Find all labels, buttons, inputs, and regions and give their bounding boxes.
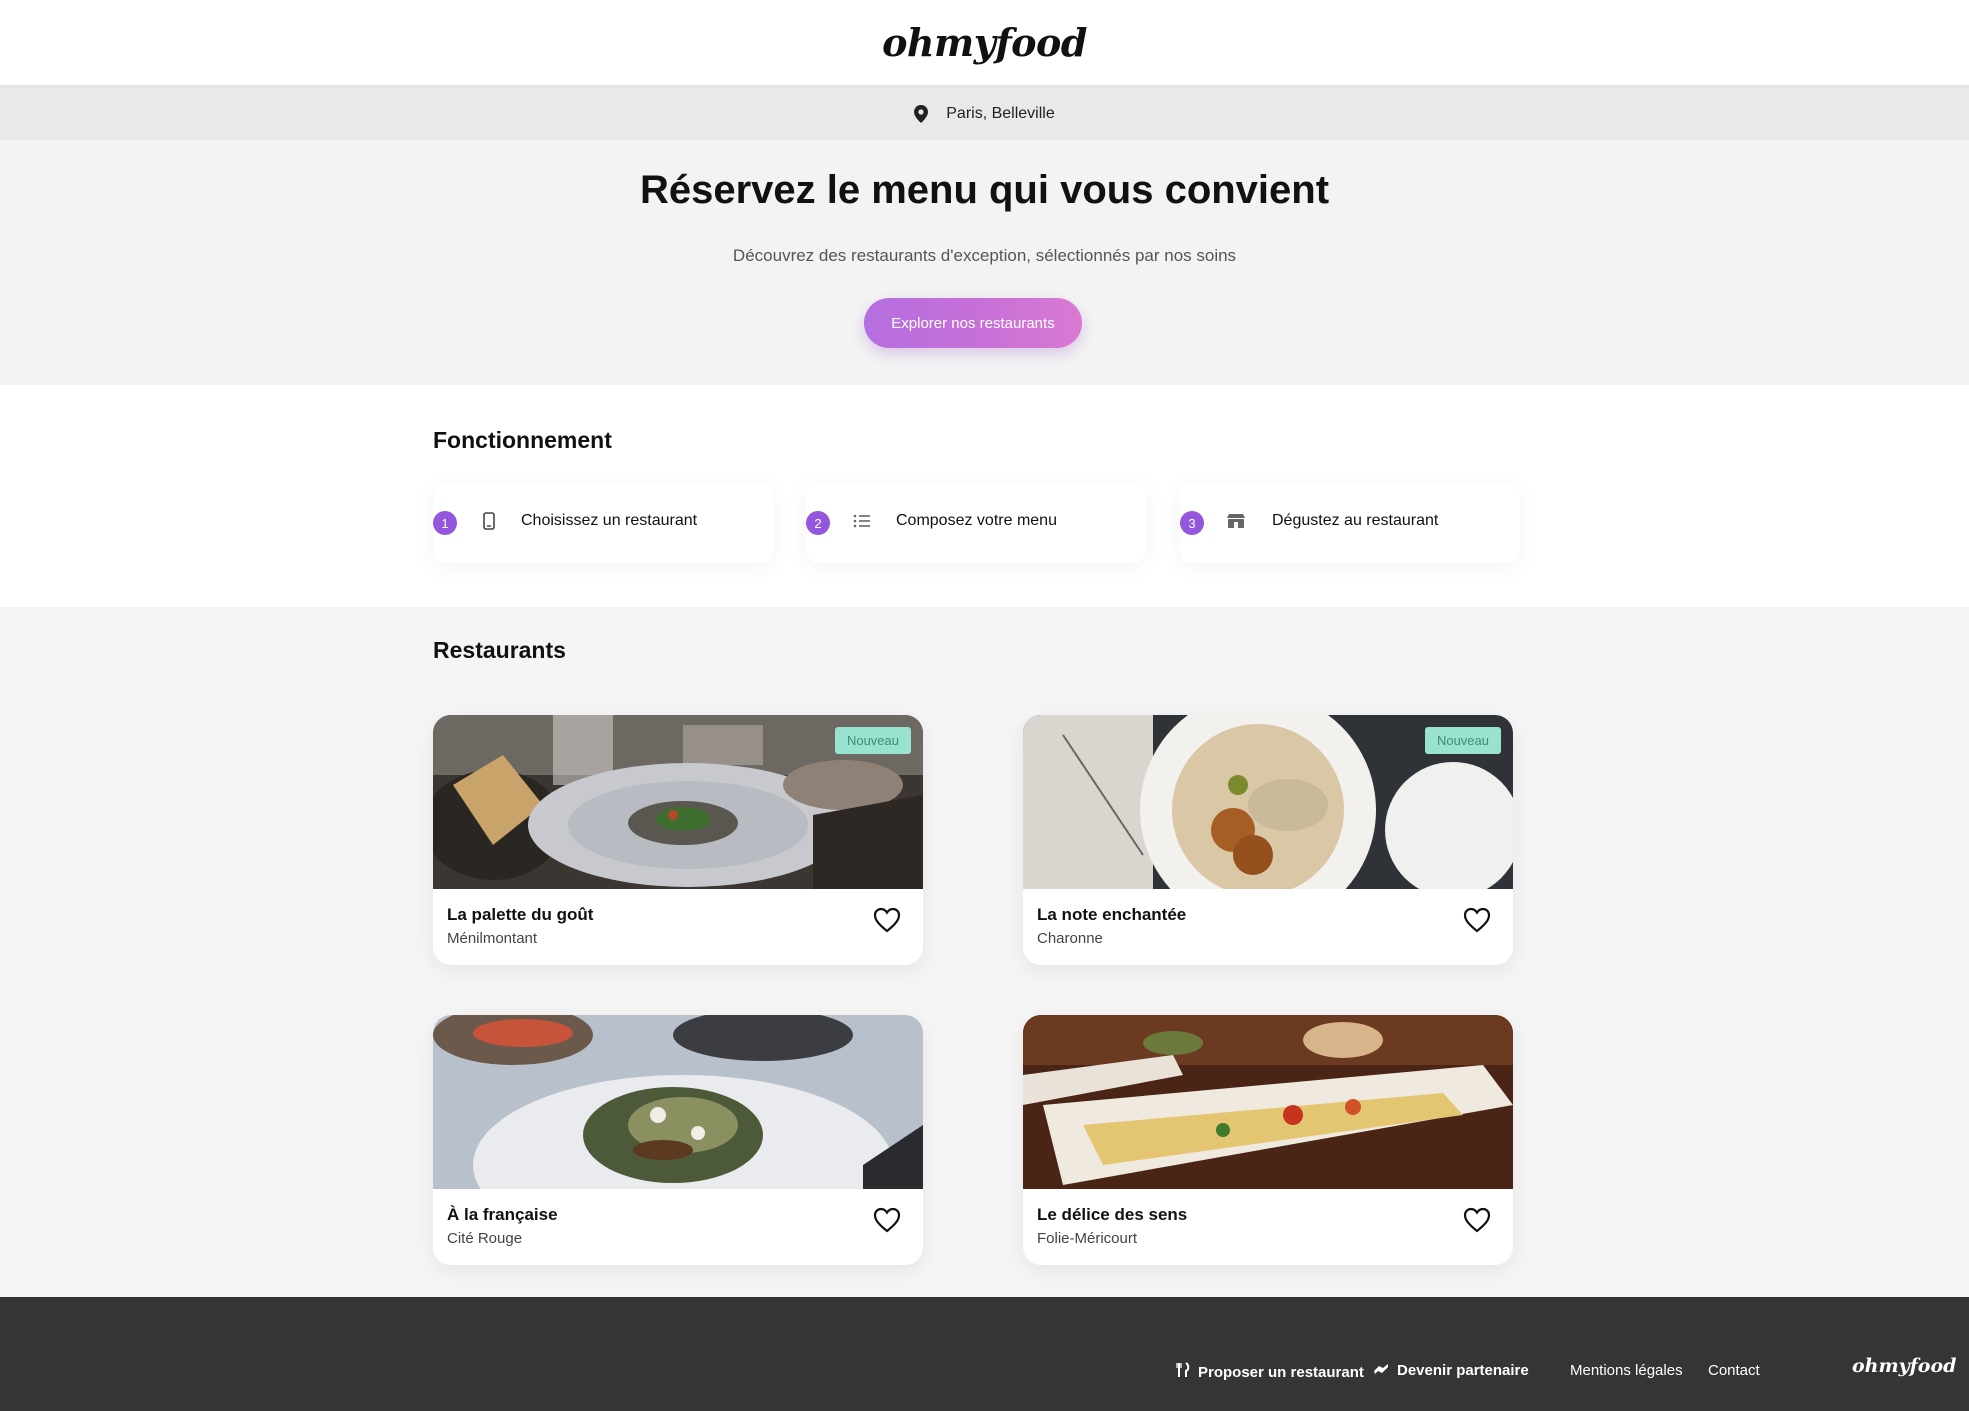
restaurant-name: Le délice des sens xyxy=(1037,1205,1188,1224)
site-header: ohmyfood xyxy=(0,0,1969,88)
location-bar: Paris, Belleville xyxy=(0,88,1969,140)
restaurant-card-4[interactable]: Le délice des sens Folie-Méricourt xyxy=(1023,1015,1513,1265)
hero-subtitle: Découvrez des restaurants d'exception, s… xyxy=(732,246,1237,265)
step-number-3: 3 xyxy=(1180,511,1204,535)
step-card-3: 3 Dégustez au restaurant xyxy=(1180,483,1520,563)
heart-icon[interactable] xyxy=(873,907,901,933)
site-footer: Proposer un restaurant Devenir partenair… xyxy=(0,1297,1969,1411)
section-title-how: Fonctionnement xyxy=(433,427,612,453)
restaurant-area: Cité Rouge xyxy=(447,1230,523,1247)
restaurant-photo-4 xyxy=(1023,1015,1513,1189)
restaurant-name: La palette du goût xyxy=(447,905,594,924)
propose-restaurant-label: Proposer un restaurant xyxy=(1198,1363,1364,1381)
restaurant-name: À la française xyxy=(447,1205,558,1224)
section-title-restaurants: Restaurants xyxy=(433,637,566,663)
step-card-2: 2 Composez votre menu xyxy=(806,483,1146,563)
heart-icon[interactable] xyxy=(873,1207,901,1233)
restaurant-photo-3 xyxy=(433,1015,923,1189)
step-number-2: 2 xyxy=(806,511,830,535)
restaurant-area: Charonne xyxy=(1037,930,1103,947)
store-icon xyxy=(1226,511,1246,531)
restaurant-card-3[interactable]: À la française Cité Rouge xyxy=(433,1015,923,1265)
step-card-1: 1 Choisissez un restaurant xyxy=(433,483,773,563)
restaurant-area: Folie-Méricourt xyxy=(1037,1230,1138,1247)
new-badge: Nouveau xyxy=(834,727,911,754)
map-pin-icon xyxy=(914,105,929,123)
become-partner-link[interactable]: Devenir partenaire xyxy=(1373,1362,1529,1379)
restaurants-section: Restaurants Nouveau La palette du goût M xyxy=(0,607,1969,1297)
contact-link[interactable]: Contact xyxy=(1708,1362,1760,1379)
hero-section: Réservez le menu qui vous convient Décou… xyxy=(0,140,1969,385)
legal-notice-link[interactable]: Mentions légales xyxy=(1570,1362,1683,1379)
hero-title: Réservez le menu qui vous convient xyxy=(639,168,1330,212)
new-badge: Nouveau xyxy=(1424,727,1501,754)
phone-icon xyxy=(479,511,499,531)
restaurant-name: La note enchantée xyxy=(1037,905,1187,924)
utensils-icon xyxy=(1176,1362,1190,1382)
heart-icon[interactable] xyxy=(1463,1207,1491,1233)
restaurant-card-2[interactable]: Nouveau La note enchantée Charonne xyxy=(1023,715,1513,965)
step-label-3: Dégustez au restaurant xyxy=(1272,512,1439,529)
restaurant-area: Ménilmontant xyxy=(447,930,538,947)
heart-icon[interactable] xyxy=(1463,907,1491,933)
become-partner-label: Devenir partenaire xyxy=(1397,1362,1529,1379)
location-label: Paris, Belleville xyxy=(946,105,1055,122)
how-it-works-section: Fonctionnement 1 Choisissez un restauran… xyxy=(0,385,1969,607)
explore-restaurants-button[interactable]: Explorer nos restaurants xyxy=(864,298,1082,348)
site-logo[interactable]: ohmyfood xyxy=(882,20,1087,65)
step-label-2: Composez votre menu xyxy=(896,512,1057,529)
step-label-1: Choisissez un restaurant xyxy=(521,512,698,529)
propose-restaurant-link[interactable]: Proposer un restaurant xyxy=(1176,1362,1364,1382)
footer-logo[interactable]: ohmyfood xyxy=(1852,1355,1956,1377)
handshake-icon xyxy=(1373,1362,1389,1379)
list-icon xyxy=(852,511,872,531)
step-number-1: 1 xyxy=(433,511,457,535)
restaurant-card-1[interactable]: Nouveau La palette du goût Ménilmontant xyxy=(433,715,923,965)
